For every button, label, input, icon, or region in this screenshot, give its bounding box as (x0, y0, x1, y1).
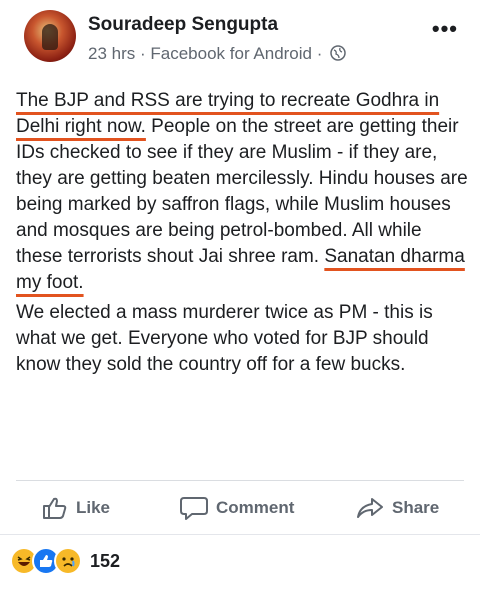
post-paragraph-2: We elected a mass murderer twice as PM -… (16, 302, 433, 375)
like-label: Like (76, 498, 111, 517)
action-bar: Like Comment Share (0, 490, 480, 526)
meta-separator-2: · (316, 44, 323, 63)
comment-button[interactable]: Comment (180, 490, 294, 526)
divider (0, 534, 480, 535)
author-name[interactable]: Souradeep Sengupta (88, 14, 278, 36)
thumbs-up-icon (43, 497, 67, 519)
comment-icon (180, 497, 208, 520)
meta-separator: · (139, 44, 146, 63)
like-button[interactable]: Like (42, 490, 110, 526)
more-options-icon[interactable]: ••• (432, 18, 458, 40)
post-meta: 23 hrs · Facebook for Android · (88, 44, 346, 66)
post-source: Facebook for Android (150, 44, 312, 63)
comment-label: Comment (216, 498, 295, 517)
post-text-middle: People on the street are getting their I… (16, 116, 468, 267)
post-paragraph-1: The BJP and RSS are trying to recreate G… (16, 88, 472, 296)
share-button[interactable]: Share (356, 490, 439, 526)
share-label: Share (392, 498, 440, 517)
sad-reaction-icon (54, 547, 82, 575)
share-icon (357, 498, 383, 518)
reaction-count: 152 (90, 550, 121, 571)
author-avatar[interactable] (24, 10, 76, 62)
reaction-summary[interactable]: 152 (10, 546, 120, 576)
post-time[interactable]: 23 hrs (88, 44, 135, 63)
divider (16, 480, 464, 481)
post-body: The BJP and RSS are trying to recreate G… (16, 88, 472, 382)
post-header: Souradeep Sengupta 23 hrs · Facebook for… (0, 0, 480, 80)
globe-icon (330, 45, 346, 66)
